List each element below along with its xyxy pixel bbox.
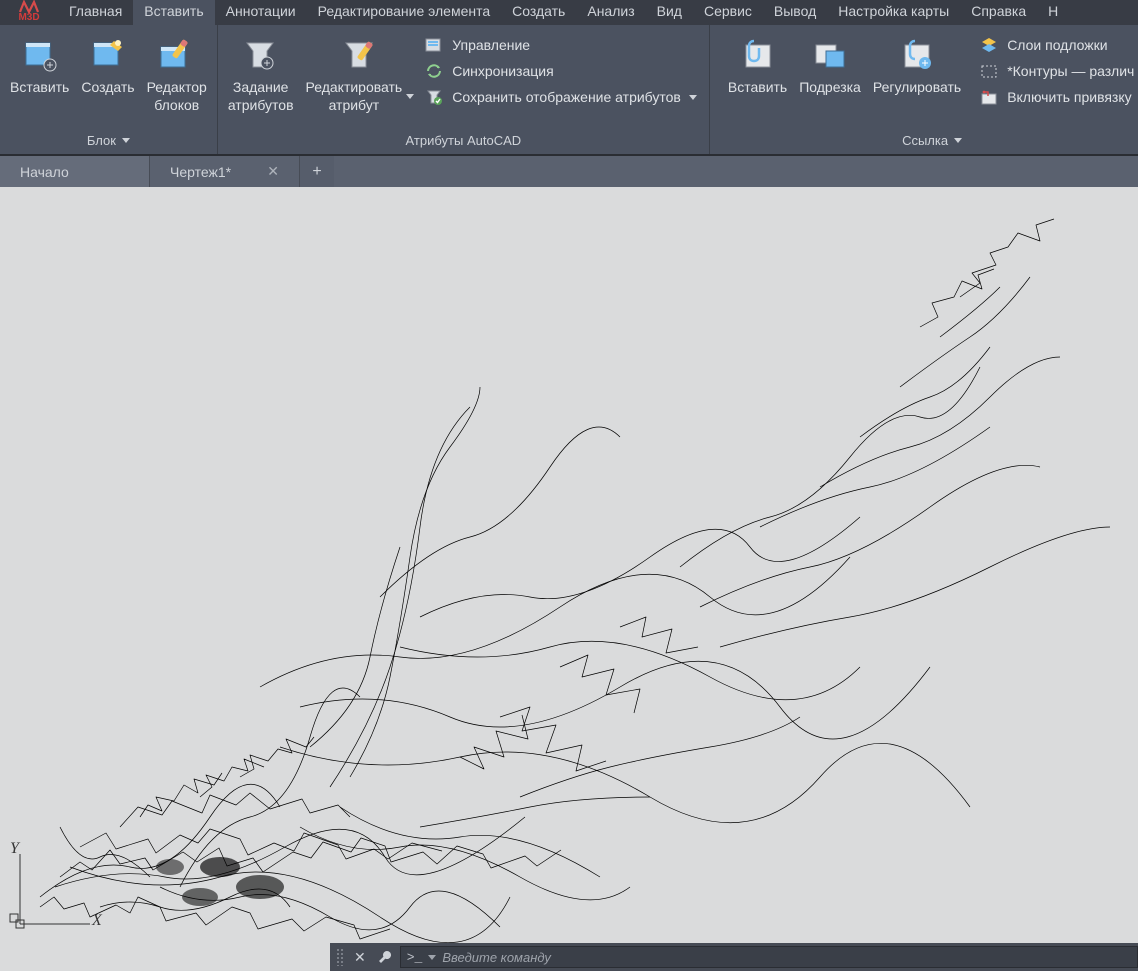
big-btn-label: Вставить <box>728 79 787 97</box>
command-bar: ✕ >_ Введите команду <box>330 943 1138 971</box>
edit-attr-icon <box>338 35 382 75</box>
menu-annotations[interactable]: Аннотации <box>215 0 307 25</box>
chevron-down-icon <box>689 95 697 100</box>
chevron-down-icon <box>122 138 130 143</box>
clip-icon <box>808 35 852 75</box>
app-logo: M3D <box>0 0 58 25</box>
big-btn-label: Создать <box>81 79 134 97</box>
ribbon-panel-attributes: Задание атрибутов Редактировать атрибут … <box>218 25 710 154</box>
document-tabs: Начало Чертеж1* ✕ + <box>0 155 1138 187</box>
adjust-icon <box>895 35 939 75</box>
underlay-layers-button[interactable]: Слои подложки <box>977 35 1138 55</box>
ribbon-panel-block: Вставить Создать Редактор блоков Блок <box>0 25 218 154</box>
ribbon-panel-title-reference[interactable]: Ссылка <box>718 129 1138 154</box>
drawing-content <box>0 187 1138 967</box>
sync-attr-button[interactable]: Синхронизация <box>422 61 703 81</box>
big-btn-label: Редактировать атрибут <box>306 79 403 114</box>
frames-vary-button[interactable]: *Контуры — различ <box>977 61 1138 81</box>
block-editor-icon <box>155 35 199 75</box>
manage-icon <box>424 35 444 55</box>
block-editor-button[interactable]: Редактор блоков <box>143 33 211 116</box>
tab-label: Чертеж1* <box>170 164 231 180</box>
menu-map-setup[interactable]: Настройка карты <box>827 0 960 25</box>
edit-attribute-button[interactable]: Редактировать атрибут <box>302 33 419 116</box>
ucs-y-label: Y <box>10 840 19 858</box>
close-icon[interactable]: ✕ <box>350 949 370 966</box>
snap-underlay-button[interactable]: Включить привязку <box>977 87 1138 107</box>
manage-attr-button[interactable]: Управление <box>422 35 703 55</box>
chevron-down-icon <box>954 138 962 143</box>
sync-icon <box>424 61 444 81</box>
ribbon-panel-title-block[interactable]: Блок <box>0 129 217 154</box>
frames-vary-icon <box>979 61 999 81</box>
big-btn-label: Регулировать <box>873 79 961 97</box>
menu-service[interactable]: Сервис <box>693 0 763 25</box>
big-btn-label: Подрезка <box>799 79 861 97</box>
small-btn-label: Синхронизация <box>452 63 553 79</box>
small-btn-label: *Контуры — различ <box>1007 63 1134 79</box>
small-btn-label: Сохранить отображение атрибутов <box>452 89 681 105</box>
define-attributes-button[interactable]: Задание атрибутов <box>224 33 298 116</box>
chevron-down-icon <box>406 94 414 99</box>
clip-ref-button[interactable]: Подрезка <box>795 33 865 99</box>
new-tab-button[interactable]: + <box>300 156 334 187</box>
insert-block-icon <box>18 35 62 75</box>
adjust-ref-button[interactable]: Регулировать <box>869 33 965 99</box>
small-btn-label: Слои подложки <box>1007 37 1107 53</box>
menu-analysis[interactable]: Анализ <box>576 0 645 25</box>
menu-truncated[interactable]: Н <box>1037 0 1069 25</box>
command-input[interactable]: >_ Введите команду <box>400 946 1138 968</box>
chevron-down-icon[interactable] <box>428 955 436 960</box>
ucs-icon: Y X <box>10 846 100 941</box>
tab-start[interactable]: Начало <box>0 156 150 187</box>
prompt-icon: >_ <box>407 950 423 965</box>
big-btn-label: Задание атрибутов <box>228 79 294 114</box>
menu-insert[interactable]: Вставить <box>133 0 214 25</box>
grip-icon[interactable] <box>336 948 344 966</box>
menu-create[interactable]: Создать <box>501 0 576 25</box>
ribbon-panel-reference: Вставить Подрезка Регулировать <box>718 25 1138 154</box>
wrench-icon[interactable] <box>376 948 394 966</box>
save-attr-display-icon <box>424 87 444 107</box>
ribbon-panel-title-attributes: Атрибуты AutoCAD <box>218 129 709 154</box>
attach-icon <box>736 35 780 75</box>
ribbon-panel-spacer <box>710 25 718 154</box>
tab-drawing1[interactable]: Чертеж1* ✕ <box>150 156 300 187</box>
menu-help[interactable]: Справка <box>960 0 1037 25</box>
menubar: M3D Главная Вставить Аннотации Редактиро… <box>0 0 1138 25</box>
insert-block-button[interactable]: Вставить <box>6 33 73 99</box>
define-attr-icon <box>239 35 283 75</box>
underlay-layers-icon <box>979 35 999 55</box>
menu-view[interactable]: Вид <box>646 0 693 25</box>
create-block-button[interactable]: Создать <box>77 33 138 99</box>
menu-edit-element[interactable]: Редактирование элемента <box>307 0 502 25</box>
snap-to-underlay-icon <box>979 87 999 107</box>
big-btn-label: Редактор блоков <box>147 79 207 114</box>
app-logo-text: M3D <box>18 13 39 23</box>
save-attr-display-button[interactable]: Сохранить отображение атрибутов <box>422 87 703 107</box>
small-btn-label: Включить привязку <box>1007 89 1131 105</box>
menu-home[interactable]: Главная <box>58 0 133 25</box>
attach-ref-button[interactable]: Вставить <box>724 33 791 99</box>
command-placeholder: Введите команду <box>442 950 551 965</box>
drawing-canvas[interactable]: Y X ✕ >_ Введите команду <box>0 187 1138 971</box>
close-icon[interactable]: ✕ <box>267 163 279 180</box>
small-btn-label: Управление <box>452 37 530 53</box>
ribbon: Вставить Создать Редактор блоков Блок <box>0 25 1138 155</box>
plus-icon: + <box>312 163 321 181</box>
menu-output[interactable]: Вывод <box>763 0 827 25</box>
big-btn-label: Вставить <box>10 79 69 97</box>
tab-label: Начало <box>20 164 69 180</box>
ucs-x-label: X <box>92 912 102 930</box>
create-block-icon <box>86 35 130 75</box>
